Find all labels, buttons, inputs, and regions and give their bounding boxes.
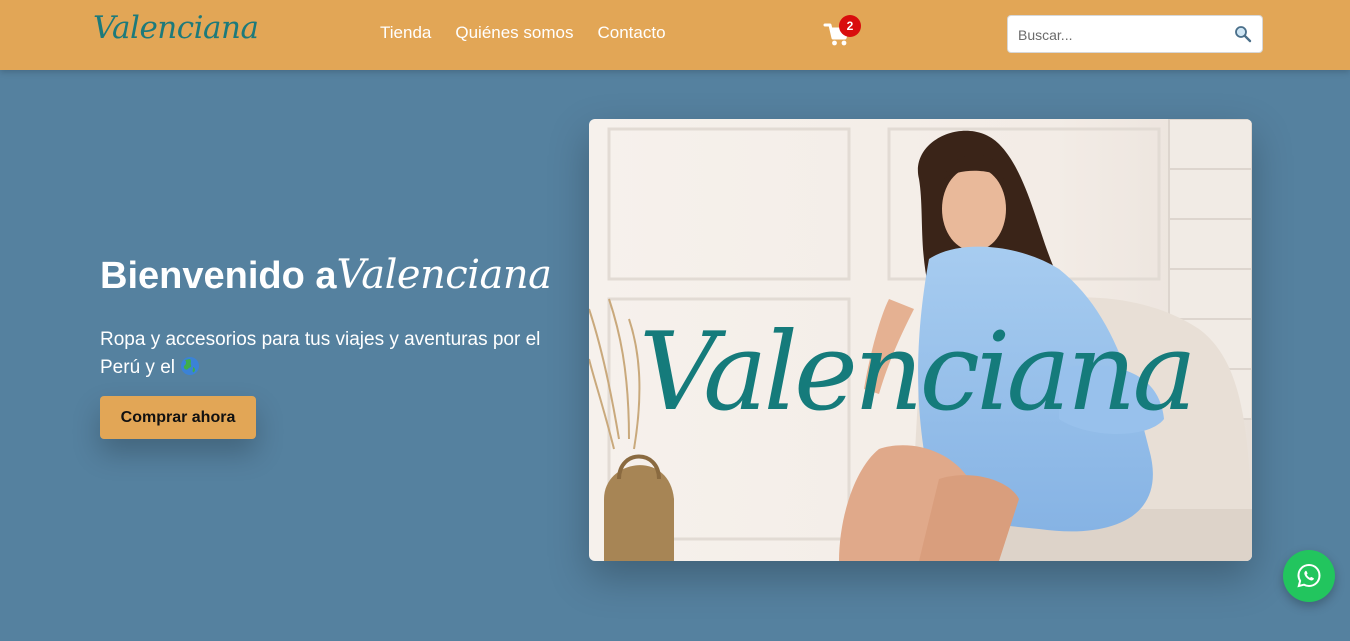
site-logo[interactable]: Valenciana <box>93 10 259 46</box>
whatsapp-button[interactable] <box>1283 550 1335 602</box>
nav-link-quienes-somos[interactable]: Quiénes somos <box>455 23 573 43</box>
nav-link-tienda[interactable]: Tienda <box>380 23 431 43</box>
site-header: Valenciana Tienda Quiénes somos Contacto… <box>0 0 1350 70</box>
search-icon[interactable] <box>1234 25 1252 43</box>
hero-title-brand: Valenciana <box>336 252 552 298</box>
whatsapp-icon <box>1297 563 1321 588</box>
search-box <box>1007 15 1263 53</box>
shop-now-button[interactable]: Comprar ahora <box>100 396 256 439</box>
hero-subtitle-text: Ropa y accesorios para tus viajes y aven… <box>100 329 541 378</box>
hero-title: Bienvenido aValenciana <box>100 252 552 298</box>
hero-image-brand: Valenciana <box>639 310 1197 435</box>
nav-link-contacto[interactable]: Contacto <box>597 23 665 43</box>
hero-image: Valenciana <box>589 119 1252 561</box>
hero-subtitle: Ropa y accesorios para tus viajes y aven… <box>100 326 550 382</box>
cart-count-badge: 2 <box>839 15 861 37</box>
main-nav: Tienda Quiénes somos Contacto <box>380 23 666 43</box>
globe-icon <box>180 356 200 376</box>
hero-title-prefix: Bienvenido a <box>100 255 337 297</box>
search-input[interactable] <box>1018 24 1228 46</box>
